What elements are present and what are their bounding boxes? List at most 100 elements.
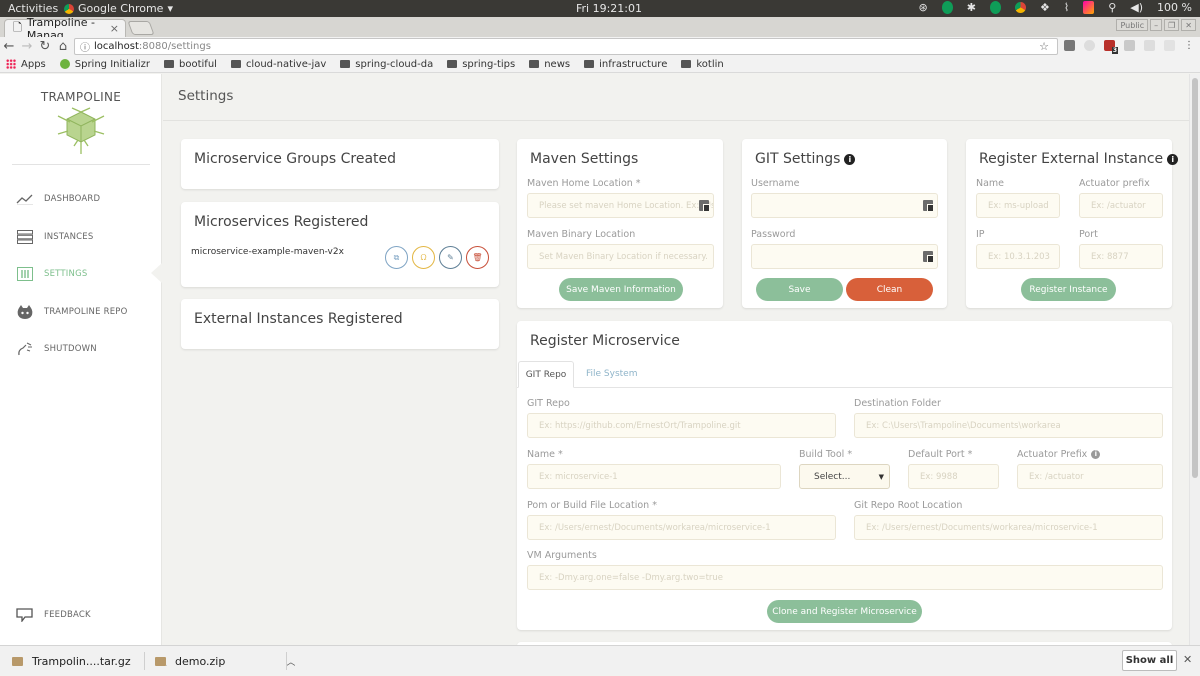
extension-icon[interactable] — [1164, 40, 1175, 51]
default-port-input[interactable]: Ex: 9988 — [908, 464, 999, 489]
divider — [144, 652, 145, 670]
destination-folder-input[interactable]: Ex: C:\Users\Trampoline\Documents\workar… — [854, 413, 1163, 438]
volume-icon[interactable]: ◀) — [1130, 1, 1143, 14]
info-icon[interactable]: i — [1091, 450, 1101, 459]
close-downloads-icon[interactable]: ✕ — [1183, 653, 1192, 666]
sidebar-item-instances[interactable]: INSTANCES — [16, 230, 93, 244]
hangouts-icon[interactable] — [941, 1, 953, 14]
trend-line-icon — [16, 192, 34, 206]
minimize-icon[interactable]: – — [1150, 19, 1163, 31]
maven-binary-input[interactable]: Set Maven Binary Location if necessary. — [527, 244, 714, 269]
close-tab-icon[interactable]: × — [110, 22, 119, 35]
page-scrollbar[interactable] — [1189, 74, 1200, 645]
profile-button[interactable]: Public — [1116, 19, 1149, 31]
forward-icon[interactable]: → — [18, 39, 36, 54]
bookmark-label: Apps — [21, 58, 46, 70]
bookmark-item[interactable]: spring-cloud-da — [340, 59, 433, 70]
extension-icon[interactable] — [1144, 40, 1155, 51]
github-button[interactable]: ᘯ — [412, 246, 435, 269]
git-save-button[interactable]: Save — [756, 278, 843, 301]
show-all-button[interactable]: Show all — [1122, 650, 1177, 671]
wifi-icon[interactable]: ⚲ — [1108, 1, 1116, 14]
sidebar-item-trampoline-repo[interactable]: TRAMPOLINE REPO — [16, 305, 127, 319]
copy-button[interactable]: ⧉ — [385, 246, 408, 269]
clock[interactable]: Fri 19:21:01 — [576, 2, 642, 15]
ext-name-input[interactable]: Ex: ms-upload — [976, 193, 1060, 218]
ext-ip-input[interactable]: Ex: 10.3.1.203 — [976, 244, 1060, 269]
repo-root-input[interactable]: Ex: /Users/ernest/Documents/workarea/mic… — [854, 515, 1163, 540]
bookmark-star-icon[interactable]: ☆ — [1039, 40, 1049, 53]
extension-icon[interactable] — [1124, 40, 1135, 51]
accessibility-icon[interactable]: ⊛ — [919, 1, 928, 14]
activities-button[interactable]: Activities — [8, 2, 58, 15]
register-instance-button[interactable]: Register Instance — [1021, 278, 1116, 301]
password-manager-icon[interactable] — [923, 251, 934, 263]
bookmark-item[interactable]: kotlin — [681, 59, 724, 70]
actuator-prefix-input[interactable]: Ex: /actuator — [1017, 464, 1163, 489]
extension-icon[interactable] — [1064, 40, 1075, 51]
chevron-up-icon[interactable]: ︿ — [286, 655, 295, 668]
reload-icon[interactable]: ↻ — [36, 39, 54, 54]
header-divider — [163, 120, 1189, 121]
unplug-icon — [16, 342, 34, 356]
tab-file-system[interactable]: File System — [586, 369, 637, 379]
ext-actuator-input[interactable]: Ex: /actuator — [1079, 193, 1163, 218]
extension-icon-badged[interactable]: 3 — [1104, 40, 1118, 54]
home-icon[interactable]: ⌂ — [54, 39, 72, 54]
menu-kebab-icon[interactable]: ⋮ — [1184, 40, 1194, 51]
paperclip-icon[interactable]: ⌇ — [1064, 1, 1069, 14]
battery-indicator[interactable]: 100 % — [1157, 1, 1192, 14]
bluetooth-icon[interactable]: ✱ — [967, 1, 976, 14]
sidebar-item-dashboard[interactable]: DASHBOARD — [16, 192, 100, 206]
tab-git-repo[interactable]: GIT Repo — [518, 361, 574, 388]
app-menu[interactable]: Google Chrome ▾ — [64, 2, 173, 15]
git-clean-button[interactable]: Clean — [846, 278, 933, 301]
download-item[interactable]: demo.zip ︿ — [155, 646, 295, 676]
clone-register-button[interactable]: Clone and Register Microservice — [767, 600, 922, 623]
new-tab-button[interactable] — [127, 21, 155, 35]
placeholder: Ex: C:\Users\Trampoline\Documents\workar… — [866, 420, 1061, 431]
bookmark-item[interactable]: cloud-native-jav — [230, 59, 326, 70]
bookmark-item[interactable]: news — [529, 59, 570, 70]
maven-home-input[interactable]: Please set maven Home Location. Ex: /Use… — [527, 193, 714, 218]
bookmark-item[interactable]: Spring Initializr — [59, 58, 151, 70]
vm-arguments-input[interactable]: Ex: -Dmy.arg.one=false -Dmy.arg.two=true — [527, 565, 1163, 590]
close-window-icon[interactable]: ✕ — [1181, 19, 1196, 31]
hangouts-icon-2[interactable] — [989, 1, 1001, 14]
info-icon[interactable]: i — [844, 154, 856, 165]
bookmark-item[interactable]: bootiful — [164, 59, 217, 70]
ext-name-label: Name — [976, 178, 1005, 189]
save-maven-button[interactable]: Save Maven Information — [559, 278, 683, 301]
password-manager-icon[interactable] — [699, 200, 710, 212]
restore-icon[interactable]: ❐ — [1164, 19, 1180, 31]
dropbox-icon[interactable]: ❖ — [1040, 1, 1050, 14]
bookmark-label: Spring Initializr — [74, 58, 151, 70]
jetbrains-icon[interactable] — [1083, 1, 1095, 14]
ext-port-input[interactable]: Ex: 8877 — [1079, 244, 1163, 269]
extension-icon[interactable] — [1084, 40, 1095, 51]
ms-name-input[interactable]: Ex: microservice-1 — [527, 464, 781, 489]
bookmark-item[interactable]: Apps — [6, 59, 46, 70]
back-icon[interactable]: ← — [0, 39, 18, 54]
feedback-button[interactable]: FEEDBACK — [16, 608, 91, 622]
username-input[interactable] — [751, 193, 938, 218]
delete-button[interactable]: 🗑 — [466, 246, 489, 269]
build-tool-select[interactable]: Select... ▼ — [799, 464, 890, 489]
sidebar-item-shutdown[interactable]: SHUTDOWN — [16, 342, 97, 356]
git-repo-input[interactable]: Ex: https://github.com/ErnestOrt/Trampol… — [527, 413, 836, 438]
info-icon[interactable]: ⓘ — [80, 39, 90, 54]
github-icon — [16, 305, 34, 319]
browser-tab[interactable]: 🗋 Trampoline - Manag × — [4, 16, 126, 42]
pom-location-input[interactable]: Ex: /Users/ernest/Documents/workarea/mic… — [527, 515, 836, 540]
bookmark-item[interactable]: infrastructure — [584, 59, 667, 70]
password-input[interactable] — [751, 244, 938, 269]
info-icon[interactable]: i — [1167, 154, 1179, 165]
password-manager-icon[interactable] — [923, 200, 934, 212]
bookmark-item[interactable]: spring-tips — [447, 59, 515, 70]
scrollbar-thumb[interactable] — [1192, 78, 1198, 478]
sidebar-item-settings[interactable]: SETTINGS — [16, 267, 87, 281]
chrome-tray-icon[interactable] — [1014, 2, 1026, 13]
brand-name: TRAMPOLINE — [40, 90, 122, 104]
edit-button[interactable]: ✎ — [439, 246, 462, 269]
address-bar[interactable]: ⓘ localhost:8080/settings ☆ — [74, 38, 1058, 55]
